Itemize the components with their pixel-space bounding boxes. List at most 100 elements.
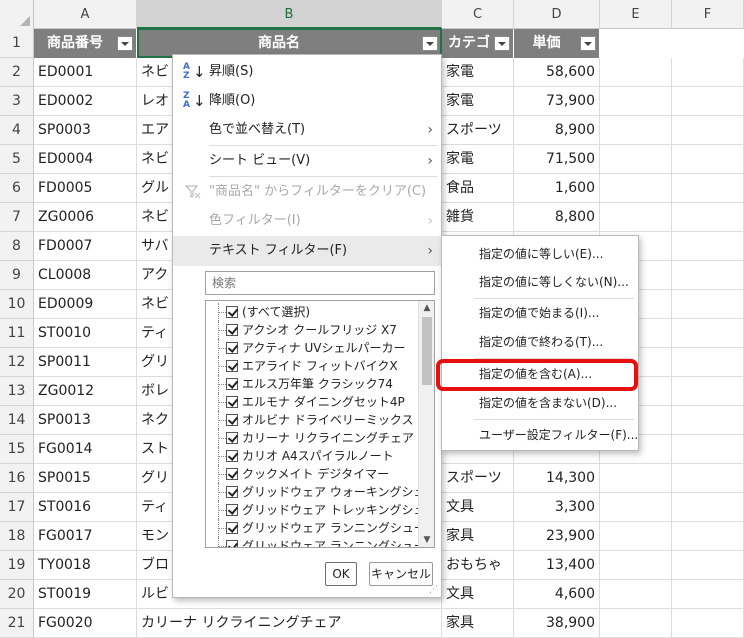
filter-list-item[interactable]: オルビナ ドライベリーミックス	[206, 411, 418, 429]
checkbox-checked-icon[interactable]	[226, 342, 238, 354]
cell-product-id[interactable]: FD0007	[34, 232, 137, 261]
header-cell-category[interactable]: カテゴリ	[442, 29, 514, 80]
cell-empty[interactable]	[672, 145, 744, 174]
select-all-corner[interactable]	[0, 0, 34, 29]
column-header-d[interactable]: D	[514, 0, 600, 29]
filter-list-item[interactable]: アクティナ UVシェルパーカー	[206, 339, 418, 357]
cell-empty[interactable]	[672, 174, 744, 203]
filter-list-item[interactable]: カリオ A4スパイラルノート	[206, 447, 418, 465]
checkbox-checked-icon[interactable]	[226, 396, 238, 408]
filter-list-item[interactable]: カリーナ リクライニングチェア	[206, 429, 418, 447]
checkbox-checked-icon[interactable]	[226, 324, 238, 336]
cell-empty[interactable]	[600, 609, 672, 638]
filter-list-item[interactable]: クックメイト デジタイマー	[206, 465, 418, 483]
cell-category[interactable]: 家電	[442, 58, 514, 87]
cell-category[interactable]: 文具	[442, 580, 514, 609]
checkbox-checked-icon[interactable]	[226, 306, 238, 318]
column-header-c[interactable]: C	[442, 0, 514, 29]
row-number[interactable]: 10	[0, 290, 34, 319]
row-number[interactable]: 12	[0, 348, 34, 377]
filter-list-item[interactable]: グリッドウェア ランニングシューズ	[206, 519, 434, 537]
cell-empty[interactable]	[600, 551, 672, 580]
cell-product-id[interactable]: ST0010	[34, 319, 137, 348]
column-header-a[interactable]: A	[34, 0, 137, 29]
cell-empty[interactable]	[672, 290, 744, 319]
cell-empty[interactable]	[600, 522, 672, 551]
cell-category[interactable]: 家具	[442, 522, 514, 551]
filter-dropdown-button[interactable]	[494, 36, 510, 51]
row-number[interactable]: 17	[0, 493, 34, 522]
checkbox-checked-icon[interactable]	[226, 432, 238, 444]
cell-product-id[interactable]: SP0013	[34, 406, 137, 435]
menu-sheet-view[interactable]: シート ビュー(V) ›	[173, 146, 441, 176]
cell-empty[interactable]	[600, 87, 672, 116]
cell-product-id[interactable]: ED0001	[34, 58, 137, 87]
cell-product-id[interactable]: CL0008	[34, 261, 137, 290]
cell-product-id[interactable]: ED0002	[34, 87, 137, 116]
ok-button[interactable]: OK	[325, 562, 357, 586]
cell-price[interactable]: 3,300	[514, 493, 600, 522]
cell-empty[interactable]	[672, 609, 744, 638]
cell-product-id[interactable]: FD0005	[34, 174, 137, 203]
filter-list-item[interactable]: グリッドウェア トレッキングシューズ	[206, 501, 434, 519]
checkbox-checked-icon[interactable]	[226, 414, 238, 426]
cell-price[interactable]: 58,600	[514, 58, 600, 87]
cell-product-id[interactable]: FG0017	[34, 522, 137, 551]
cell-product-id[interactable]: ST0016	[34, 493, 137, 522]
cell-empty[interactable]	[672, 464, 744, 493]
column-header-b[interactable]: B	[137, 0, 442, 29]
row-number[interactable]: 20	[0, 580, 34, 609]
cell-empty[interactable]	[600, 174, 672, 203]
row-number[interactable]: 15	[0, 435, 34, 464]
menu-sort-descending[interactable]: Z A ↓ 降順(O)	[173, 86, 441, 116]
cell-product-id[interactable]: ED0009	[34, 290, 137, 319]
menu-sort-by-color[interactable]: 色で並べ替え(T) ›	[173, 115, 441, 145]
row-number[interactable]: 11	[0, 319, 34, 348]
filter-dropdown-button[interactable]	[117, 36, 133, 51]
cell-empty[interactable]	[672, 551, 744, 580]
checkbox-checked-icon[interactable]	[226, 450, 238, 462]
filter-list-item[interactable]: グリッドウェア ウォーキングシューズ	[206, 483, 434, 501]
cell-price[interactable]: 14,300	[514, 464, 600, 493]
row-number[interactable]: 2	[0, 58, 34, 87]
cell-category[interactable]: 家電	[442, 145, 514, 174]
resize-grip-icon[interactable]: ⋰	[429, 585, 438, 595]
cell-product-id[interactable]: SP0003	[34, 116, 137, 145]
cell-empty[interactable]	[672, 377, 744, 406]
cell-empty[interactable]	[672, 522, 744, 551]
cell-product-id[interactable]: TY0018	[34, 551, 137, 580]
cell-category[interactable]: スポーツ	[442, 116, 514, 145]
cell-product-id[interactable]: SP0011	[34, 348, 137, 377]
scrollbar-thumb[interactable]	[422, 317, 432, 385]
row-number[interactable]: 9	[0, 261, 34, 290]
row-number[interactable]: 16	[0, 464, 34, 493]
submenu-ends-with[interactable]: 指定の値で終わる(T)...	[442, 328, 638, 356]
cell-product-id[interactable]: ST0019	[34, 580, 137, 609]
submenu-not-equals[interactable]: 指定の値に等しくない(N)...	[442, 268, 638, 296]
menu-clear-filter[interactable]: "商品名" からフィルターをクリア(C)	[173, 177, 441, 207]
cell-price[interactable]: 4,600	[514, 580, 600, 609]
cell-product-id[interactable]: ZG0006	[34, 203, 137, 232]
checkbox-checked-icon[interactable]	[226, 522, 238, 534]
cell-category[interactable]: 食品	[442, 174, 514, 203]
checkbox-checked-icon[interactable]	[226, 468, 238, 480]
menu-color-filter[interactable]: 色フィルター(I) ›	[173, 206, 441, 236]
checkbox-checked-icon[interactable]	[226, 360, 238, 372]
cell-category[interactable]: おもちゃ	[442, 551, 514, 580]
cell-empty[interactable]	[672, 261, 744, 290]
cancel-button[interactable]: キャンセル	[369, 562, 433, 586]
cell-price[interactable]: 73,900	[514, 87, 600, 116]
cell-price[interactable]: 23,900	[514, 522, 600, 551]
checkbox-checked-icon[interactable]	[226, 378, 238, 390]
cell-empty[interactable]	[672, 406, 744, 435]
cell-empty[interactable]	[600, 580, 672, 609]
row-number[interactable]: 3	[0, 87, 34, 116]
cell-empty[interactable]	[672, 493, 744, 522]
submenu-not-contains[interactable]: 指定の値を含まない(D)...	[442, 389, 638, 417]
cell-category[interactable]: スポーツ	[442, 464, 514, 493]
cell-empty[interactable]	[600, 203, 672, 232]
list-scrollbar[interactable]: ▲ ▼	[418, 301, 434, 547]
row-number[interactable]: 6	[0, 174, 34, 203]
filter-list-item[interactable]: エルモナ ダイニングセット4P	[206, 393, 418, 411]
filter-list-item[interactable]: エアライド フィットバイクX	[206, 357, 418, 375]
